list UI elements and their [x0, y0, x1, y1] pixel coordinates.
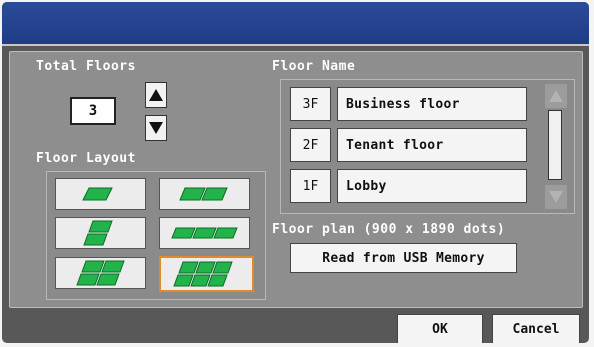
- triangle-up-icon: [549, 90, 563, 102]
- floor-number-button[interactable]: 1F: [290, 169, 331, 203]
- two-floors-stacked-icon: [82, 220, 113, 246]
- total-floors-label: Total Floors: [36, 59, 136, 74]
- layout-option-2-horizontal[interactable]: [159, 178, 250, 210]
- floor-name-button[interactable]: Lobby: [337, 169, 527, 203]
- dialog-window: Total Floors 3 Floor Layout Floor Name 3…: [2, 2, 589, 343]
- floor-plan-label: Floor plan (900 x 1890 dots): [272, 222, 506, 237]
- floors-increase-button[interactable]: [145, 82, 167, 108]
- ok-button[interactable]: OK: [397, 314, 483, 343]
- floor-name-list: 3F Business floor 2F Tenant floor 1F Lob…: [280, 79, 575, 214]
- floor-layout-grid: [46, 171, 266, 300]
- floor-number-button[interactable]: 3F: [290, 87, 331, 121]
- layout-option-1[interactable]: [55, 178, 146, 210]
- scrollbar-thumb[interactable]: [548, 110, 562, 180]
- four-floors-grid-icon: [75, 260, 125, 286]
- floor-name-button[interactable]: Tenant floor: [337, 128, 527, 162]
- floor-name-button[interactable]: Business floor: [337, 87, 527, 121]
- layout-option-3-horizontal[interactable]: [159, 217, 250, 249]
- scroll-up-button[interactable]: [545, 84, 567, 108]
- three-floors-horizontal-icon: [170, 227, 238, 239]
- triangle-down-icon: [549, 191, 563, 203]
- read-usb-button[interactable]: Read from USB Memory: [290, 243, 517, 273]
- layout-option-3x2[interactable]: [159, 256, 254, 292]
- triangle-up-icon: [149, 89, 163, 101]
- scroll-down-button[interactable]: [545, 185, 567, 209]
- layout-option-2x2[interactable]: [55, 257, 146, 289]
- floor-name-label: Floor Name: [272, 59, 356, 74]
- cancel-button[interactable]: Cancel: [492, 314, 580, 343]
- list-item: 3F Business floor: [290, 87, 534, 121]
- layout-option-2-stacked[interactable]: [55, 217, 146, 249]
- list-item: 1F Lobby: [290, 169, 534, 203]
- total-floors-value: 3: [70, 97, 116, 125]
- floors-decrease-button[interactable]: [145, 115, 167, 141]
- one-floor-icon: [81, 187, 113, 201]
- floor-layout-label: Floor Layout: [36, 151, 136, 166]
- list-item: 2F Tenant floor: [290, 128, 534, 162]
- title-bar: [2, 2, 589, 46]
- two-floors-horizontal-icon: [178, 187, 228, 201]
- floor-number-button[interactable]: 2F: [290, 128, 331, 162]
- six-floors-grid-icon: [172, 261, 233, 287]
- triangle-down-icon: [149, 122, 163, 134]
